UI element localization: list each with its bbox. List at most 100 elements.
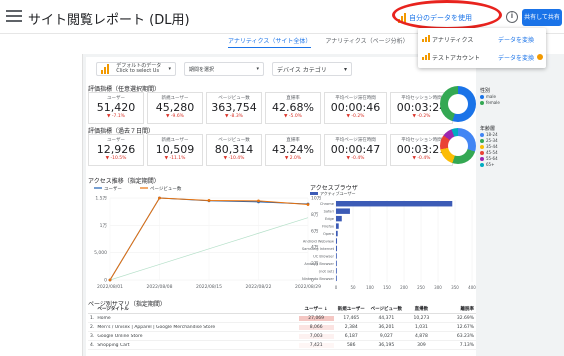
category-label: Firefox <box>322 225 335 229</box>
table-row[interactable]: 1. Home 27,069 17,465 44,371 10,273 32.69% <box>88 314 476 323</box>
header-index <box>88 306 97 313</box>
table-row[interactable]: 4. Shopping Cart 7,421 586 36,195 309 7.13% <box>88 341 476 350</box>
kpi-value: 51,420 <box>96 101 136 114</box>
kpi-card: ユーザー 12,926 ▼ -10.5% <box>88 134 144 166</box>
use-own-data-button[interactable]: 自分のデータを使用 <box>396 8 500 27</box>
analytics-icon <box>398 12 406 23</box>
use-own-data-label: 自分のデータを使用 <box>409 13 472 22</box>
analytics-icon <box>422 35 430 42</box>
tab-page-analysis[interactable]: アナリティクス（ページ分析） <box>325 36 408 48</box>
kpi-card: ページビュー数 363,754 ▼ -8.3% <box>206 92 262 124</box>
legend-series-label: アクティブユーザー <box>320 190 355 196</box>
kpi-value: 00:00:46 <box>330 101 381 114</box>
legend-label: 45-54 <box>486 150 498 155</box>
account-selector[interactable]: デフォルトのデータ Click to select Us ▾ <box>96 62 176 76</box>
header-page-views[interactable]: ページビュー数 <box>369 306 404 313</box>
legend-label: 65+ <box>486 162 495 167</box>
page-tabs: アナリティクス（サイト全体） アナリティクス（ページ分析） <box>228 36 409 48</box>
chevron-down-icon: ▾ <box>168 66 171 72</box>
legend-dot-icon <box>480 145 484 149</box>
x-tick-label: 200 <box>400 285 408 290</box>
account-selector-text: デフォルトのデータ Click to select Us <box>116 64 161 74</box>
legend-dot-icon <box>480 95 484 99</box>
tab-site-overall[interactable]: アナリティクス（サイト全体） <box>228 36 312 48</box>
row-page-views: 44,371 <box>378 315 395 321</box>
legend-label: 25-34 <box>486 138 498 143</box>
data-source-dropdown: アナリティクス データを変換 テストアカウント データを変換 <box>418 28 546 68</box>
kpi-card: 平均ページ滞在時間 00:00:47 ▼ -0.4% <box>324 134 387 166</box>
replace-data-link[interactable]: データを変換 <box>498 53 534 62</box>
row-bounces: 10,273 <box>413 315 430 321</box>
bar <box>336 260 337 267</box>
x-tick-label: 150 <box>383 285 391 290</box>
kpi-value: 45,280 <box>155 101 195 114</box>
row-page-views: 36,201 <box>378 324 395 330</box>
date-range-label: 期間を選択 <box>189 66 215 73</box>
y-left-tick-label: 0 <box>104 278 107 284</box>
kpi-card: 直帰率 42.68% ▼ -5.0% <box>265 92 321 124</box>
bar <box>336 238 338 244</box>
kpi-value: 12,926 <box>96 143 136 156</box>
legend-series-label: ページビュー数 <box>150 185 182 192</box>
legend-label: 35-44 <box>486 144 498 149</box>
row-exit-rate: 12.67% <box>456 324 475 330</box>
row-new-users: 17,465 <box>343 315 360 321</box>
dropdown-item-test-account[interactable]: テストアカウント データを変換 <box>418 48 546 66</box>
header-page-title[interactable]: ページタイトル <box>97 306 298 313</box>
settings-icon[interactable] <box>537 54 544 60</box>
row-page-views: 36,195 <box>378 342 395 348</box>
kpi-change: ▼ -7.1% <box>107 114 125 119</box>
table-row[interactable]: 3. Google Online Store 7,003 6,187 9,027 4,87… <box>88 332 476 341</box>
legend-dot-icon <box>480 101 484 105</box>
header-exit-rate[interactable]: 離脱率 <box>439 306 476 313</box>
page-summary-table: ページタイトル ユーザー ↓ 新規ユーザー ページビュー数 直帰数 離脱率 1.… <box>88 306 476 350</box>
header-users[interactable]: ユーザー ↓ <box>299 306 334 313</box>
row-index: 2. <box>90 324 95 330</box>
share-button[interactable]: 共有して共有 <box>522 9 562 26</box>
legend-label: 55-64 <box>486 156 498 161</box>
legend-item: female <box>480 100 500 106</box>
kpi-card: 平均ページ滞在時間 00:00:46 ▼ -0.2% <box>324 92 387 124</box>
browser-bar-chart: アクティブユーザー 0 50 100 150 200 250 300 350 400 Chrome… <box>302 190 476 290</box>
x-tick-label: 0 <box>335 285 338 290</box>
kpi-change: ▼ -0.2% <box>346 114 365 119</box>
header-new-users[interactable]: 新規ユーザー <box>334 306 369 313</box>
header-bounces[interactable]: 直帰数 <box>404 306 439 313</box>
row-index: 3. <box>90 333 95 339</box>
x-tick-label: 50 <box>350 285 356 290</box>
kpi-card: ユーザー 51,420 ▼ -7.1% <box>88 92 144 124</box>
dropdown-item-label: テストアカウント <box>432 54 481 62</box>
row-bounces: 1,031 <box>414 324 428 330</box>
hamburger-menu-icon[interactable] <box>6 10 22 24</box>
gender-donut <box>440 86 476 122</box>
row-page-title: Men's / Unisex | Apparel | Google Mercha… <box>97 324 216 330</box>
bar <box>336 275 337 281</box>
kpi-change: ▼ -11.1% <box>164 156 186 161</box>
table-row[interactable]: 2. Men's / Unisex | Apparel | Google Merc… <box>88 323 476 332</box>
replace-data-link[interactable]: データを変換 <box>498 35 534 44</box>
x-tick-label: 2022/08/22 <box>246 284 272 290</box>
bar <box>336 230 338 237</box>
age-legend: 年齢層 18-24 25-34 35-44 45-54 55-64 65+ <box>480 126 498 168</box>
filter-bar: デフォルトのデータ Click to select Us ▾ 期間を選択 ▾ デバ… <box>96 62 352 78</box>
info-icon[interactable]: i <box>506 11 518 23</box>
kpi-row-period2: ユーザー 12,926 ▼ -10.5% 新規ユーザー 10,509 ▼ -11.1% ペー… <box>88 134 453 166</box>
category-label: Nintendo Browser <box>302 277 335 281</box>
bar <box>336 208 350 214</box>
kpi-value: 43.24% <box>272 143 314 156</box>
gender-legend: 性別 male female <box>480 88 500 106</box>
category-label: (not set) <box>319 269 335 273</box>
date-range-selector[interactable]: 期間を選択 ▾ <box>184 62 264 76</box>
category-label: UC Browser <box>313 254 334 258</box>
table-body: 1. Home 27,069 17,465 44,371 10,273 32.69% 2. Me… <box>88 314 476 350</box>
top-right-controls: 自分のデータを使用 i 共有して共有 <box>396 8 564 28</box>
kpi-change: ▼ -0.4% <box>346 156 365 161</box>
legend-item: 65+ <box>480 162 498 168</box>
kpi-value: 00:00:47 <box>330 143 381 156</box>
device-category-selector[interactable]: デバイス カテゴリ ▾ <box>272 62 352 76</box>
kpi-value: 10,509 <box>155 143 195 156</box>
age-donut <box>440 128 476 164</box>
category-label: Edge <box>325 217 335 221</box>
kpi-change: ▼ -9.6% <box>166 114 184 119</box>
dropdown-item-analytics[interactable]: アナリティクス データを変換 <box>418 30 546 48</box>
